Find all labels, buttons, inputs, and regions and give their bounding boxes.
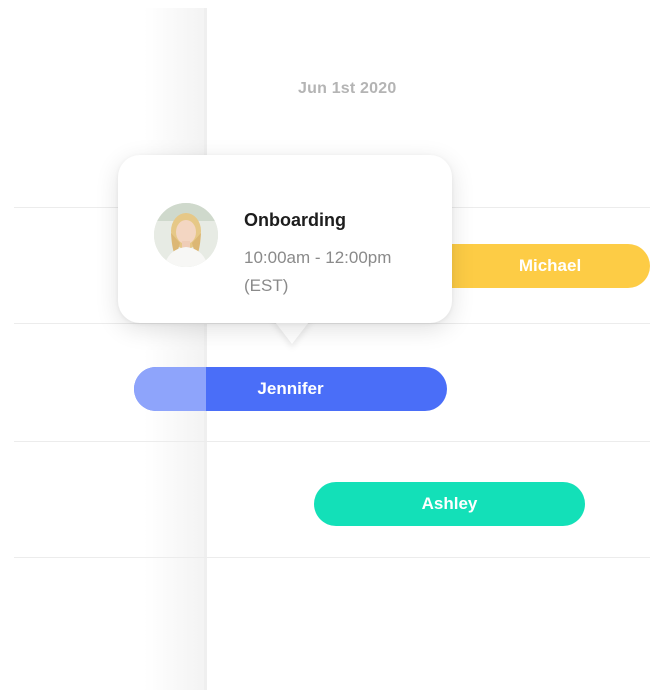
- popover-time-range: 10:00am - 12:00pm: [244, 248, 392, 267]
- event-label-jennifer: Jennifer: [257, 379, 324, 398]
- row-divider: [14, 323, 650, 324]
- event-label-michael: Michael: [518, 256, 582, 275]
- popover-time: 10:00am - 12:00pm (EST): [244, 244, 434, 300]
- user-avatar-photo: [154, 203, 218, 267]
- row-divider: [14, 441, 650, 442]
- event-label-ashley: Ashley: [421, 494, 478, 513]
- avatar-image: [154, 203, 218, 267]
- current-time-indicator: [204, 8, 207, 690]
- date-header: Jun 1st 2020: [298, 80, 397, 97]
- event-bar-jennifer[interactable]: Jennifer: [134, 367, 447, 411]
- calendar-timeline: Jun 1st 2020 Michael Jennifer Ashley Onb…: [0, 0, 650, 690]
- event-popover[interactable]: Onboarding 10:00am - 12:00pm (EST): [118, 155, 452, 323]
- event-bar-michael[interactable]: Michael: [430, 244, 650, 288]
- event-bar-ashley[interactable]: Ashley: [314, 482, 585, 526]
- popover-timezone: (EST): [244, 276, 289, 295]
- past-time-shade: [0, 8, 206, 690]
- row-divider: [14, 557, 650, 558]
- event-elapsed-portion: [134, 367, 206, 411]
- popover-title: Onboarding: [244, 210, 346, 230]
